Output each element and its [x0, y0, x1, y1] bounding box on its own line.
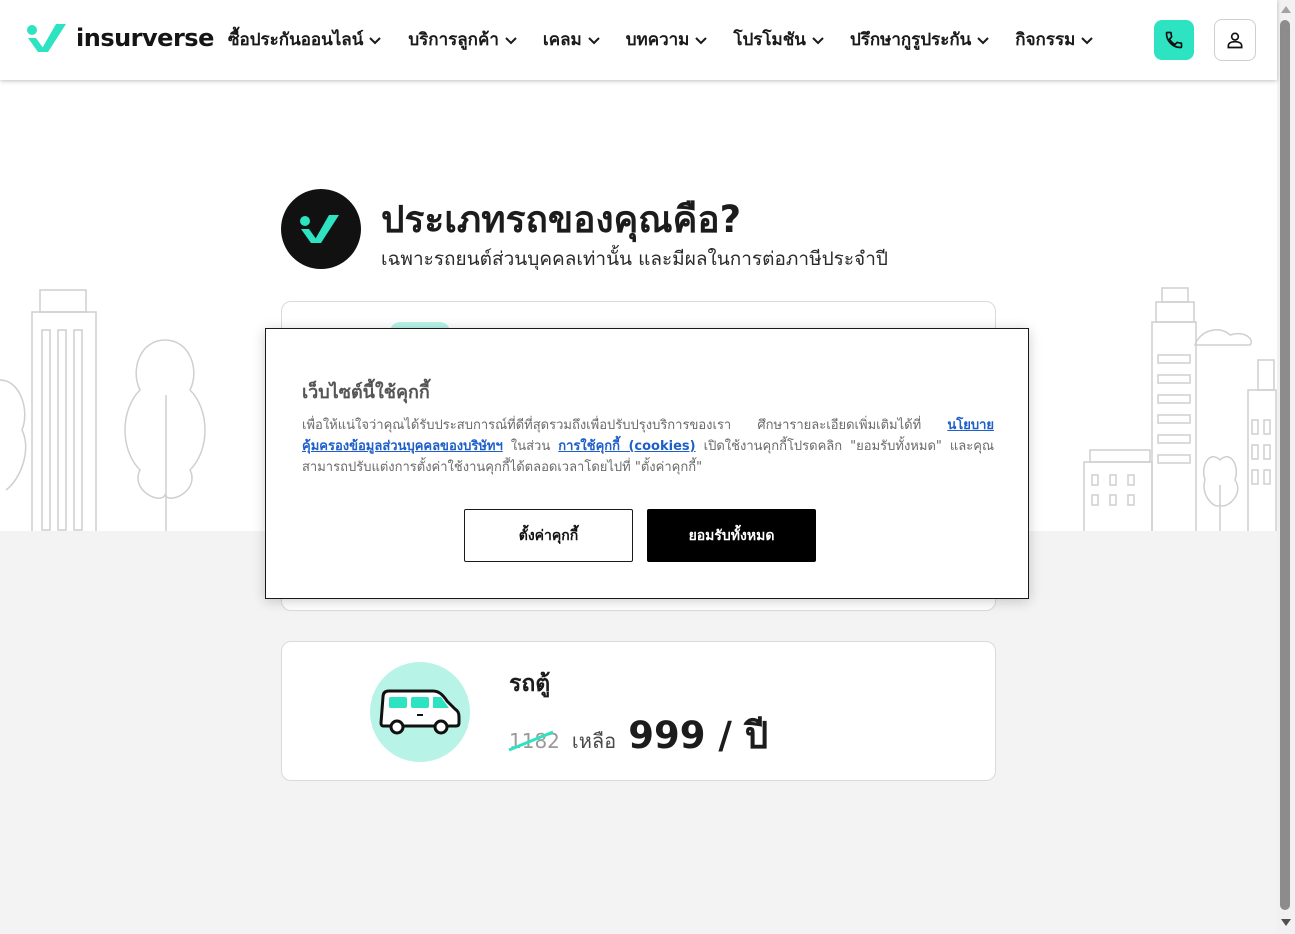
accept-all-button[interactable]: ยอมรับทั้งหมด — [647, 509, 816, 562]
chevron-down-icon — [505, 36, 517, 44]
cookie-title: เว็บไซต์นี้ใช้คุกกี้ — [302, 382, 430, 403]
chevron-down-icon — [1081, 36, 1094, 44]
city-illustration-left — [0, 289, 206, 532]
cookie-consent-modal: เว็บไซต์นี้ใช้คุกกี้ เพื่อให้แน่ใจว่าคุณ… — [265, 328, 1029, 599]
chevron-down-icon — [587, 36, 600, 44]
strikethrough-mark — [508, 730, 554, 752]
cookie-description: เพื่อให้แน่ใจว่าคุณได้รับประสบการณ์ที่ดี… — [302, 415, 994, 478]
new-price: 999 / ปี — [628, 714, 769, 757]
insurverse-logo-icon — [300, 215, 339, 243]
nav-label: กิจกรรม — [1015, 30, 1076, 50]
price-row: 1182 เหลือ 999 / ปี — [508, 706, 769, 765]
remain-label: เหลือ — [571, 729, 617, 753]
nav-label: บทความ — [625, 30, 690, 50]
nav-label: โปรโมชัน — [733, 30, 806, 50]
cookie-settings-button[interactable]: ตั้งค่าคุกกี้ — [464, 509, 633, 562]
main-nav: ซื้อประกันออนไลน์ บริการลูกค้า เคลม บทคว… — [228, 26, 1094, 53]
car-icon-circle — [370, 662, 470, 762]
chevron-down-icon — [812, 36, 824, 44]
chevron-down-icon — [695, 36, 708, 44]
nav-buy-insurance[interactable]: ซื้อประกันออนไลน์ — [228, 26, 382, 53]
cookie-text-1: เพื่อให้แน่ใจว่าคุณได้รับประสบการณ์ที่ดี… — [302, 418, 922, 433]
brand-name: insurverse — [76, 24, 214, 52]
site-header: insurverse ซื้อประกันออนไลน์ บริการลูกค้… — [0, 0, 1277, 80]
account-button[interactable] — [1214, 19, 1256, 61]
nav-consult-guru[interactable]: ปรึกษากูรูประกัน — [849, 26, 990, 53]
brand-badge — [281, 189, 361, 269]
cookie-usage-link[interactable]: การใช้คุกกี้ (cookies) — [558, 439, 695, 454]
city-illustration-right — [1083, 287, 1277, 532]
van-icon — [379, 689, 461, 735]
insurverse-logo-icon — [27, 24, 66, 52]
scroll-down-arrow-icon[interactable] — [1281, 919, 1291, 926]
nav-promotions[interactable]: โปรโมชัน — [733, 26, 824, 53]
scroll-thumb[interactable] — [1280, 20, 1290, 910]
phone-icon — [1165, 31, 1183, 49]
car-type-name: รถตู้ — [509, 671, 551, 697]
chevron-down-icon — [369, 36, 382, 44]
nav-activities[interactable]: กิจกรรม — [1015, 26, 1094, 53]
page-title: ประเภทรถของคุณคือ? — [381, 198, 742, 241]
nav-label: บริการลูกค้า — [408, 30, 499, 50]
user-icon — [1227, 32, 1243, 49]
cookie-text-2: ในส่วน — [510, 439, 551, 454]
scroll-up-arrow-icon[interactable] — [1281, 6, 1291, 13]
car-type-card-van[interactable]: รถตู้ 1182 เหลือ 999 / ปี — [281, 641, 996, 781]
chevron-down-icon — [977, 36, 990, 44]
call-button[interactable] — [1154, 20, 1194, 60]
nav-customer-service[interactable]: บริการลูกค้า — [408, 26, 517, 53]
page-subtitle: เฉพาะรถยนต์ส่วนบุคคลเท่านั้น และมีผลในกา… — [381, 248, 888, 270]
old-price: 1182 — [508, 729, 560, 753]
page-scrollbar[interactable] — [1277, 0, 1295, 934]
nav-label: ซื้อประกันออนไลน์ — [228, 30, 364, 50]
nav-articles[interactable]: บทความ — [626, 26, 708, 53]
nav-label: เคลม — [542, 30, 582, 50]
brand-logo[interactable]: insurverse — [26, 22, 214, 54]
nav-label: ปรึกษากูรูประกัน — [849, 30, 972, 50]
nav-claim[interactable]: เคลม — [543, 26, 600, 53]
